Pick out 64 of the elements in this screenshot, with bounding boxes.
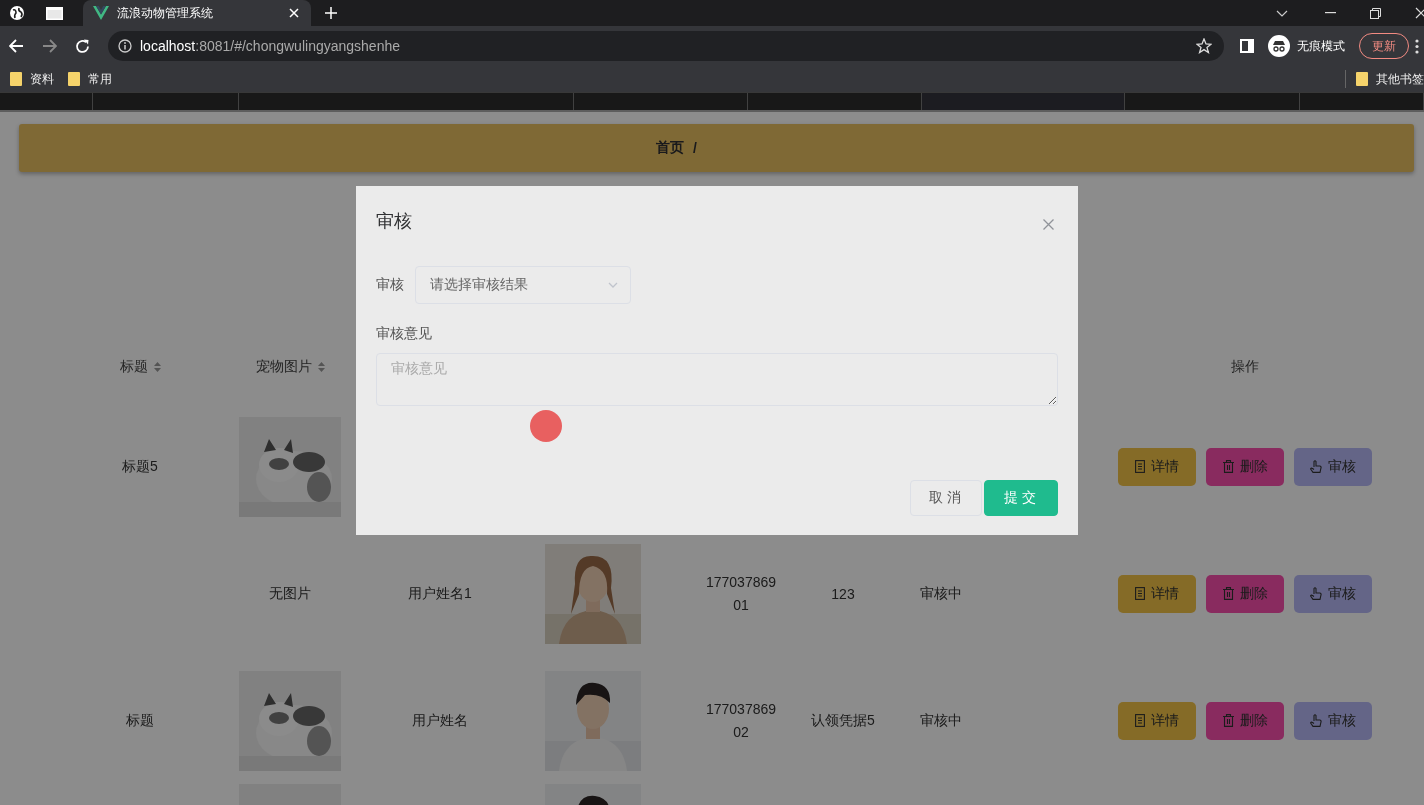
cancel-button[interactable]: 取消: [910, 480, 982, 516]
trash-icon: [1222, 587, 1234, 600]
document-icon: [1135, 587, 1145, 600]
table-cell: 用户姓名: [412, 711, 468, 730]
bookmark-item[interactable]: 常用: [68, 70, 112, 88]
restore-icon[interactable]: [1370, 7, 1381, 19]
table-cell: 审核中: [920, 711, 962, 730]
star-icon[interactable]: [1196, 38, 1212, 54]
dialog-title: 审核: [376, 210, 412, 233]
table-cell: 标题: [126, 711, 154, 730]
table-cell-text: 17703786901: [705, 572, 777, 615]
bookmark-item[interactable]: 其他书签: [1356, 70, 1424, 88]
table-cell: 123: [831, 585, 855, 602]
submit-button[interactable]: 提交: [984, 480, 1058, 516]
detail-button[interactable]: 详情: [1118, 701, 1196, 740]
table-cell: 审核中: [920, 584, 962, 603]
breadcrumb-link[interactable]: 首页: [656, 139, 685, 157]
folder-icon: [10, 72, 22, 86]
update-button[interactable]: 更新: [1359, 33, 1409, 59]
table-cell: 无图片: [269, 584, 311, 603]
minimize-icon[interactable]: [1325, 12, 1336, 14]
trash-icon: [1222, 714, 1234, 727]
review-button[interactable]: 审核: [1294, 447, 1372, 486]
review-comment-field[interactable]: 审核意见: [376, 353, 1058, 406]
review-button[interactable]: 审核: [1294, 574, 1372, 613]
chevron-down-icon: [608, 282, 618, 288]
back-icon[interactable]: [9, 39, 24, 53]
folder-icon: [68, 72, 80, 86]
incognito-label: 无痕模式: [1297, 37, 1345, 55]
table-cell: 用户姓名1: [408, 584, 472, 603]
folder-icon: [1356, 72, 1368, 86]
breadcrumb-separator: /: [693, 140, 697, 156]
review-button[interactable]: 审核: [1294, 701, 1372, 740]
v-logo-icon: [93, 6, 109, 20]
detail-button[interactable]: 详情: [1118, 447, 1196, 486]
chevron-down-icon[interactable]: [1276, 9, 1288, 17]
trash-icon: [1222, 460, 1234, 473]
table-cell-text: 17703786902: [705, 699, 777, 742]
delete-button[interactable]: 删除: [1206, 447, 1284, 486]
address-field[interactable]: localhost:8081/#/chongwulingyangshenhe: [108, 31, 1224, 61]
document-icon: [1135, 714, 1145, 727]
browser-tab[interactable]: 流浪动物管理系统: [83, 0, 311, 26]
field-label: 审核意见: [376, 325, 433, 343]
window-icon[interactable]: [46, 6, 63, 20]
column-header[interactable]: 标题: [119, 358, 161, 376]
globe-icon[interactable]: [9, 5, 25, 21]
delete-button[interactable]: 删除: [1206, 574, 1284, 613]
table-cell: 标题5: [122, 457, 158, 476]
table-cell: 认领凭据5: [811, 711, 875, 730]
bookmark-item[interactable]: 资料: [10, 70, 54, 88]
review-result-select[interactable]: 请选择审核结果: [415, 266, 631, 304]
field-label: 审核: [376, 276, 404, 294]
detail-button[interactable]: 详情: [1118, 574, 1196, 613]
delete-button[interactable]: 删除: [1206, 701, 1284, 740]
incognito-icon: [1268, 35, 1290, 57]
column-header: 操作: [1231, 358, 1259, 376]
kebab-menu-icon[interactable]: [1415, 38, 1419, 54]
column-header[interactable]: 宠物图片: [255, 358, 325, 376]
info-icon: [118, 39, 132, 53]
document-icon: [1135, 460, 1145, 473]
plus-icon[interactable]: [325, 7, 337, 19]
reload-icon[interactable]: [75, 38, 90, 54]
forward-icon[interactable]: [42, 39, 57, 53]
side-panel-icon[interactable]: [1240, 39, 1254, 53]
